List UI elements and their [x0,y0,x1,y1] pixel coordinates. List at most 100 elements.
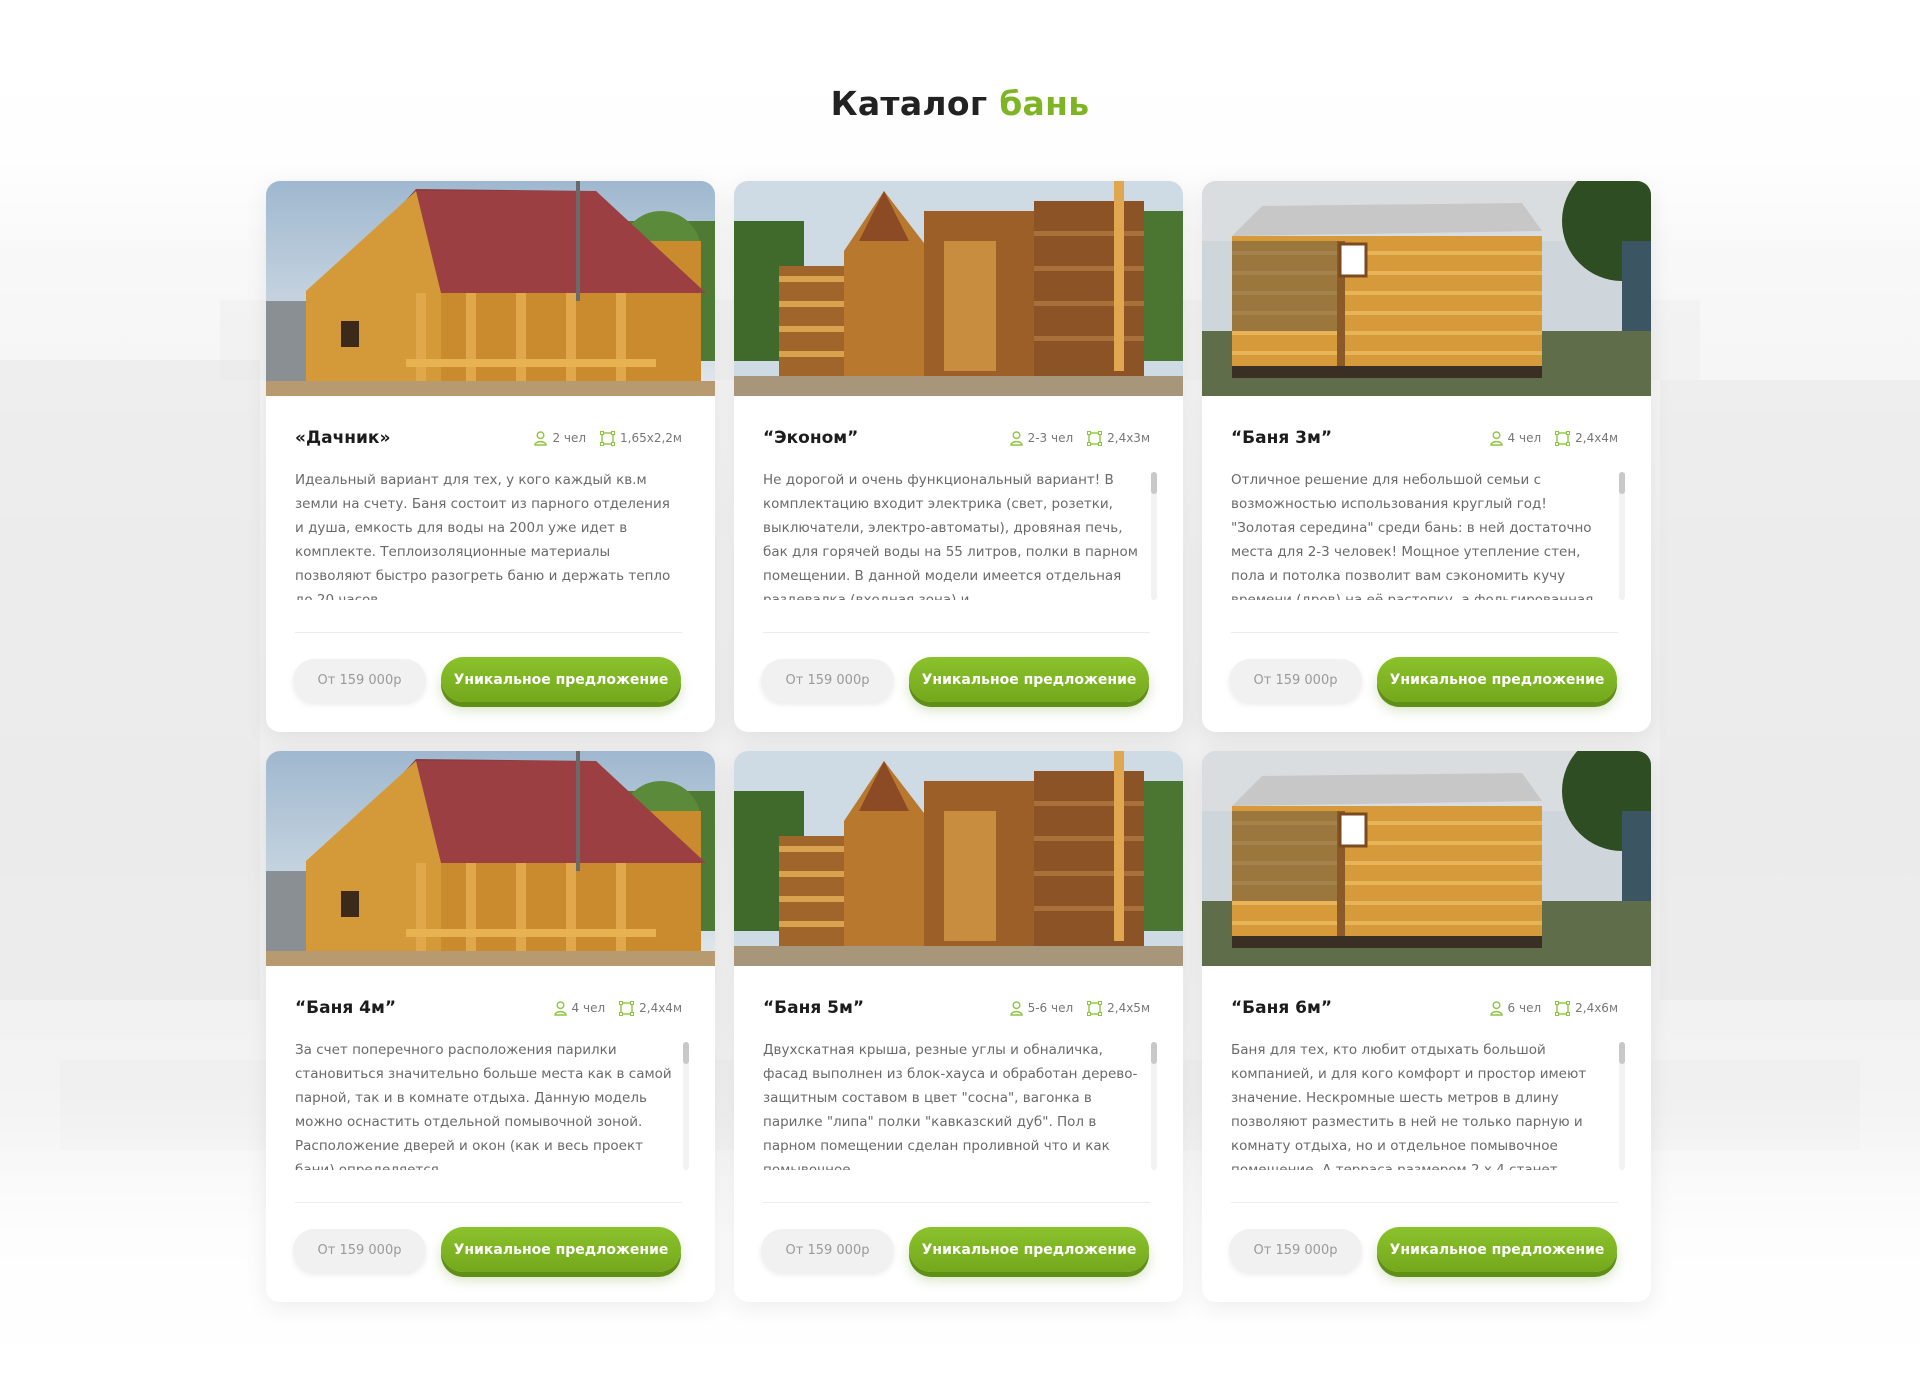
area-icon [600,430,616,446]
person-icon [534,430,548,446]
product-specs: 4 чел 2,4х4м [553,1000,682,1016]
area-icon [1555,430,1571,446]
size-value: 2,4х5м [1107,1001,1150,1015]
size-value: 2,4х4м [639,1001,682,1015]
log-cabin-sauna-photo [1202,181,1651,396]
area-icon [1087,430,1103,446]
product-description: Двухскатная крыша, резные углы и обналич… [763,1042,1138,1170]
capacity-spec: 4 чел [553,1000,606,1016]
divider [763,1202,1150,1203]
product-description: Не дорогой и очень функциональный вариан… [763,472,1138,600]
divider [1231,632,1618,633]
capacity-value: 5-6 чел [1027,1001,1074,1015]
capacity-value: 4 чел [1507,431,1542,445]
capacity-spec: 5-6 чел [1009,1000,1074,1016]
product-card: “Эконом” 2-3 чел 2,4х3м Не дорогой и оче… [734,181,1183,732]
card-header: “Баня 3м” 4 чел 2,4х4м [1231,428,1618,448]
product-card: «Дачник» 2 чел 1,65х2,2м Идеальный вариа… [266,181,715,732]
cabin-with-porch-photo [266,181,715,396]
divider [763,632,1150,633]
description-area[interactable]: Отличное решение для небольшой семьи с в… [1231,468,1614,600]
description-area[interactable]: Не дорогой и очень функциональный вариан… [763,468,1146,600]
scrollbar-thumb[interactable] [1619,472,1625,494]
wooden-sauna-module-photo [734,181,1183,396]
size-value: 2,4х3м [1107,431,1150,445]
size-value: 1,65х2,2м [620,431,682,445]
card-header: «Дачник» 2 чел 1,65х2,2м [295,428,682,448]
description-scrollbar[interactable] [1151,1042,1157,1170]
size-value: 2,4х6м [1575,1001,1618,1015]
description-scrollbar[interactable] [1151,472,1157,600]
product-card: “Баня 5м” 5-6 чел 2,4х5м Двухскатная кры… [734,751,1183,1302]
price-badge[interactable]: От 159 000р [761,1229,894,1272]
person-icon [1009,1000,1023,1016]
area-icon [619,1000,635,1016]
size-spec: 2,4х4м [1555,430,1618,446]
description-scrollbar[interactable] [1619,1042,1625,1170]
product-description: Идеальный вариант для тех, у кого каждый… [295,472,671,600]
area-icon [1555,1000,1571,1016]
card-header: “Баня 5м” 5-6 чел 2,4х5м [763,998,1150,1018]
description-area[interactable]: За счет поперечного расположения парилки… [295,1038,678,1170]
product-name: “Баня 3м” [1231,428,1333,448]
price-badge[interactable]: От 159 000р [293,659,426,702]
scrollbar-thumb[interactable] [1619,1042,1625,1064]
description-scrollbar[interactable] [1619,472,1625,600]
unique-offer-button[interactable]: Уникальное предложение [909,1227,1149,1272]
product-description: Баня для тех, кто любит отдыхать большой… [1231,1042,1587,1170]
capacity-value: 2-3 чел [1027,431,1074,445]
description-area[interactable]: Идеальный вариант для тех, у кого каждый… [295,468,678,600]
price-badge[interactable]: От 159 000р [761,659,894,702]
product-description: За счет поперечного расположения парилки… [295,1042,672,1170]
scrollbar-thumb[interactable] [683,1042,689,1064]
log-cabin-sauna-photo [1202,751,1651,966]
wooden-sauna-module-photo [734,751,1183,966]
description-area[interactable]: Двухскатная крыша, резные углы и обналич… [763,1038,1146,1170]
person-icon [1009,430,1023,446]
unique-offer-button[interactable]: Уникальное предложение [441,657,681,702]
scrollbar-thumb[interactable] [1151,1042,1157,1064]
product-specs: 6 чел 2,4х6м [1489,1000,1618,1016]
product-specs: 2 чел 1,65х2,2м [534,430,682,446]
description-scrollbar[interactable] [683,1042,689,1170]
unique-offer-button[interactable]: Уникальное предложение [441,1227,681,1272]
size-spec: 2,4х6м [1555,1000,1618,1016]
product-name: «Дачник» [295,428,391,448]
product-name: “Баня 4м” [295,998,397,1018]
divider [295,632,682,633]
divider [295,1202,682,1203]
product-card: “Баня 3м” 4 чел 2,4х4м Отличное решение … [1202,181,1651,732]
title-accent: бань [999,84,1090,124]
capacity-spec: 4 чел [1489,430,1542,446]
person-icon [1489,1000,1503,1016]
catalog-grid: «Дачник» 2 чел 1,65х2,2м Идеальный вариа… [266,181,1651,1302]
page-title: Каталог бань [0,84,1920,123]
unique-offer-button[interactable]: Уникальное предложение [909,657,1149,702]
capacity-spec: 6 чел [1489,1000,1542,1016]
size-spec: 2,4х5м [1087,1000,1150,1016]
size-spec: 2,4х3м [1087,430,1150,446]
product-name: “Баня 5м” [763,998,865,1018]
scrollbar-thumb[interactable] [1151,472,1157,494]
title-main: Каталог [830,84,988,124]
product-name: “Баня 6м” [1231,998,1333,1018]
description-area[interactable]: Баня для тех, кто любит отдыхать большой… [1231,1038,1614,1170]
price-badge[interactable]: От 159 000р [293,1229,426,1272]
product-name: “Эконом” [763,428,859,448]
person-icon [553,1000,567,1016]
product-specs: 2-3 чел 2,4х3м [1009,430,1150,446]
capacity-value: 6 чел [1507,1001,1542,1015]
product-card: “Баня 6м” 6 чел 2,4х6м Баня для тех, кто… [1202,751,1651,1302]
capacity-value: 4 чел [571,1001,606,1015]
size-value: 2,4х4м [1575,431,1618,445]
price-badge[interactable]: От 159 000р [1229,659,1362,702]
divider [1231,1202,1618,1203]
price-badge[interactable]: От 159 000р [1229,1229,1362,1272]
unique-offer-button[interactable]: Уникальное предложение [1377,657,1617,702]
product-specs: 5-6 чел 2,4х5м [1009,1000,1150,1016]
cabin-with-porch-photo [266,751,715,966]
product-description: Отличное решение для небольшой семьи с в… [1231,472,1594,600]
unique-offer-button[interactable]: Уникальное предложение [1377,1227,1617,1272]
card-header: “Баня 6м” 6 чел 2,4х6м [1231,998,1618,1018]
product-specs: 4 чел 2,4х4м [1489,430,1618,446]
